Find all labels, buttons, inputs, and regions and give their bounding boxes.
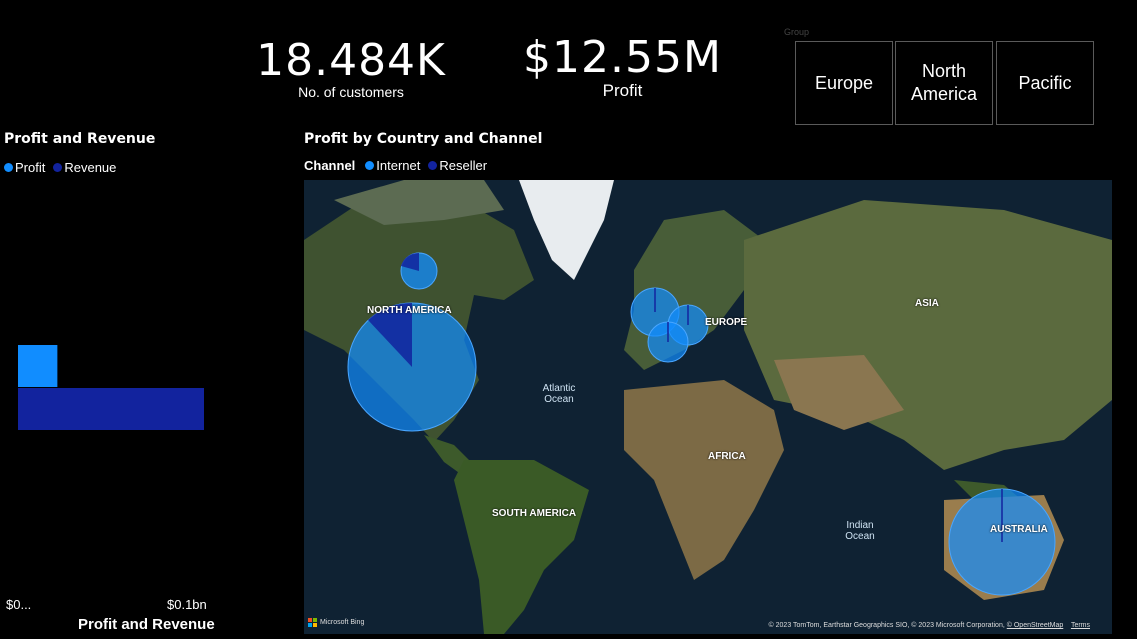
slicer-option-north-america[interactable]: North America bbox=[895, 41, 993, 125]
bubble-france[interactable] bbox=[647, 321, 689, 363]
profit-kpi-card: $12.55M Profit bbox=[520, 33, 725, 101]
legend-item-reseller[interactable]: Reseller bbox=[428, 158, 487, 173]
bubble-australia[interactable] bbox=[948, 488, 1056, 596]
region-label: AUSTRALIA bbox=[990, 524, 1048, 535]
region-label: NORTH AMERICA bbox=[367, 305, 452, 316]
bar-chart-title: Profit and Revenue bbox=[4, 131, 156, 147]
region-label: AFRICA bbox=[708, 451, 746, 462]
x-axis-title: Profit and Revenue bbox=[78, 616, 215, 633]
world-map[interactable]: NORTH AMERICA EUROPE ASIA AFRICA SOUTH A… bbox=[304, 180, 1112, 634]
bubble-canada[interactable] bbox=[400, 252, 438, 290]
legend-item-internet[interactable]: Internet bbox=[365, 158, 420, 173]
bar-revenue[interactable] bbox=[18, 388, 204, 430]
ocean-label: Indian Ocean bbox=[845, 520, 875, 542]
bubble-united-states[interactable] bbox=[347, 302, 477, 432]
slicer-option-europe[interactable]: Europe bbox=[795, 41, 893, 125]
openstreetmap-link[interactable]: © OpenStreetMap bbox=[1007, 622, 1064, 629]
legend-dot-icon bbox=[53, 163, 63, 172]
slicer-option-pacific[interactable]: Pacific bbox=[996, 41, 1094, 125]
customers-kpi-card: 18.484K No. of customers bbox=[256, 35, 446, 101]
ocean-label: Atlantic Ocean bbox=[542, 383, 576, 405]
microsoft-logo-icon bbox=[308, 618, 317, 627]
map-bubbles bbox=[347, 252, 1056, 596]
region-label: ASIA bbox=[915, 298, 939, 309]
region-label: EUROPE bbox=[705, 317, 748, 328]
bar-chart-legend: Profit Revenue bbox=[4, 160, 120, 175]
profit-kpi-label: Profit bbox=[602, 81, 643, 100]
region-label: SOUTH AMERICA bbox=[492, 508, 577, 519]
bing-attribution: Microsoft Bing bbox=[308, 618, 364, 627]
profit-kpi-value: $12.55M bbox=[523, 32, 722, 83]
map-legend-title: Channel bbox=[304, 158, 356, 173]
map-legend: Channel Internet Reseller bbox=[304, 158, 491, 173]
legend-item-revenue[interactable]: Revenue bbox=[53, 160, 116, 175]
customers-kpi-value: 18.484K bbox=[256, 35, 446, 86]
legend-dot-icon bbox=[4, 163, 13, 172]
map-title: Profit by Country and Channel bbox=[304, 131, 543, 147]
terms-link[interactable]: Terms bbox=[1071, 622, 1090, 629]
legend-dot-icon bbox=[365, 161, 375, 170]
legend-dot-icon bbox=[428, 161, 438, 170]
x-axis-tick: $0... bbox=[6, 597, 32, 612]
slicer-title: Group bbox=[784, 27, 810, 37]
customers-kpi-label: No. of customers bbox=[298, 84, 404, 100]
bar-profit[interactable] bbox=[18, 345, 58, 387]
map-attribution: © 2023 TomTom, Earthstar Geographics SIO… bbox=[768, 622, 1090, 629]
profit-revenue-bar-chart bbox=[18, 345, 204, 430]
legend-item-profit[interactable]: Profit bbox=[4, 160, 45, 175]
x-axis-tick: $0.1bn bbox=[167, 597, 207, 612]
